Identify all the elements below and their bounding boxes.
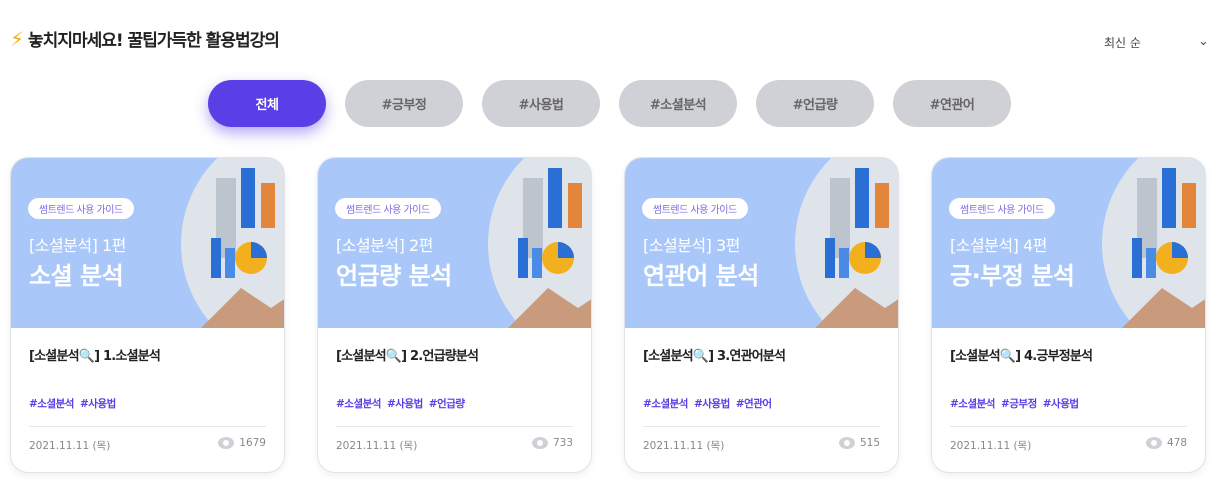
tab-all[interactable]: 전체 bbox=[208, 80, 326, 127]
card-date: 2021.11.11 (목) bbox=[336, 440, 418, 452]
tag[interactable]: #사용법 bbox=[80, 396, 116, 411]
tag[interactable]: #사용법 bbox=[694, 396, 730, 411]
card-title[interactable]: [소셜분석🔍] 4.긍부정분석 bbox=[950, 345, 1093, 364]
card-title[interactable]: [소셜분석🔍] 3.연관어분석 bbox=[643, 345, 786, 364]
card-thumbnail: 썸트렌드 사용 가이드 [소셜분석] 4편 긍·부정 분석 bbox=[932, 158, 1205, 328]
tag[interactable]: #사용법 bbox=[1043, 396, 1079, 411]
series-label: [소셜분석] 1편 bbox=[29, 236, 126, 255]
guide-badge: 썸트렌드 사용 가이드 bbox=[949, 198, 1055, 219]
tag[interactable]: #긍부정 bbox=[1001, 396, 1037, 411]
eye-icon bbox=[1145, 437, 1162, 449]
card-title[interactable]: [소셜분석🔍] 1.소셜분석 bbox=[29, 345, 161, 364]
eye-icon bbox=[838, 437, 855, 449]
view-count-value: 478 bbox=[1166, 437, 1187, 449]
tab-usage[interactable]: #사용법 bbox=[482, 80, 600, 127]
section-title: 놓치지마세요! 꿀팁가득한 활용법강의 bbox=[28, 31, 280, 51]
chevron-down-icon[interactable]: ⌄ bbox=[1198, 34, 1209, 49]
view-count-value: 733 bbox=[552, 437, 573, 449]
series-label: [소셜분석] 3편 bbox=[643, 236, 740, 255]
eye-icon bbox=[531, 437, 548, 449]
card-date: 2021.11.11 (목) bbox=[643, 440, 725, 452]
divider bbox=[29, 426, 266, 427]
card-date: 2021.11.11 (목) bbox=[29, 440, 111, 452]
card-thumbnail: 썸트렌드 사용 가이드 [소셜분석] 2편 언급량 분석 bbox=[318, 158, 591, 328]
tag[interactable]: #소셜분석 bbox=[336, 396, 381, 411]
view-count: 1679 bbox=[218, 437, 266, 449]
lecture-card[interactable]: 썸트렌드 사용 가이드 [소셜분석] 1편 소셜 분석 [소셜분석🔍] 1.소셜… bbox=[10, 157, 285, 473]
tab-mentions[interactable]: #언급량 bbox=[756, 80, 874, 127]
card-thumbnail: 썸트렌드 사용 가이드 [소셜분석] 1편 소셜 분석 bbox=[11, 158, 284, 328]
lecture-card[interactable]: 썸트렌드 사용 가이드 [소셜분석] 4편 긍·부정 분석 [소셜분석🔍] 4.… bbox=[931, 157, 1206, 473]
thumbnail-title: 긍·부정 분석 bbox=[950, 262, 1075, 290]
tag[interactable]: #소셜분석 bbox=[29, 396, 74, 411]
tag[interactable]: #언급량 bbox=[429, 396, 465, 411]
card-tags: #소셜분석 #긍부정 #사용법 bbox=[950, 396, 1079, 411]
view-count-value: 515 bbox=[859, 437, 880, 449]
lecture-card[interactable]: 썸트렌드 사용 가이드 [소셜분석] 2편 언급량 분석 [소셜분석🔍] 2.언… bbox=[317, 157, 592, 473]
lecture-card[interactable]: 썸트렌드 사용 가이드 [소셜분석] 3편 연관어 분석 [소셜분석🔍] 3.연… bbox=[624, 157, 899, 473]
view-count: 478 bbox=[1145, 437, 1187, 449]
view-count: 733 bbox=[531, 437, 573, 449]
view-count-value: 1679 bbox=[239, 437, 266, 449]
thumbnail-title: 소셜 분석 bbox=[29, 262, 124, 290]
tag[interactable]: #사용법 bbox=[387, 396, 423, 411]
divider bbox=[643, 426, 880, 427]
section-header: ⚡ 놓치지마세요! 꿀팁가득한 활용법강의 bbox=[10, 26, 280, 52]
card-tags: #소셜분석 #사용법 #연관어 bbox=[643, 396, 772, 411]
tag[interactable]: #소셜분석 bbox=[950, 396, 995, 411]
series-label: [소셜분석] 4편 bbox=[950, 236, 1047, 255]
card-tags: #소셜분석 #사용법 #언급량 bbox=[336, 396, 465, 411]
tag[interactable]: #소셜분석 bbox=[643, 396, 688, 411]
tab-sentiment[interactable]: #긍부정 bbox=[345, 80, 463, 127]
divider bbox=[336, 426, 573, 427]
guide-badge: 썸트렌드 사용 가이드 bbox=[28, 198, 134, 219]
view-count: 515 bbox=[838, 437, 880, 449]
card-date: 2021.11.11 (목) bbox=[950, 440, 1032, 452]
tab-social-analysis[interactable]: #소셜분석 bbox=[619, 80, 737, 127]
guide-badge: 썸트렌드 사용 가이드 bbox=[335, 198, 441, 219]
eye-icon bbox=[218, 437, 235, 449]
sort-dropdown[interactable]: 최신 순 bbox=[1104, 34, 1141, 51]
thumbnail-title: 언급량 분석 bbox=[336, 262, 452, 290]
lightning-bolt-icon: ⚡ bbox=[10, 26, 25, 51]
card-title[interactable]: [소셜분석🔍] 2.언급량분석 bbox=[336, 345, 479, 364]
tag[interactable]: #연관어 bbox=[736, 396, 772, 411]
tab-related-words[interactable]: #연관어 bbox=[893, 80, 1011, 127]
card-thumbnail: 썸트렌드 사용 가이드 [소셜분석] 3편 연관어 분석 bbox=[625, 158, 898, 328]
guide-badge: 썸트렌드 사용 가이드 bbox=[642, 198, 748, 219]
thumbnail-title: 연관어 분석 bbox=[643, 262, 759, 290]
card-tags: #소셜분석 #사용법 bbox=[29, 396, 116, 411]
card-list: 썸트렌드 사용 가이드 [소셜분석] 1편 소셜 분석 [소셜분석🔍] 1.소셜… bbox=[10, 157, 1206, 473]
filter-tabs: 전체 #긍부정 #사용법 #소셜분석 #언급량 #연관어 bbox=[208, 80, 1011, 127]
divider bbox=[950, 426, 1187, 427]
series-label: [소셜분석] 2편 bbox=[336, 236, 433, 255]
